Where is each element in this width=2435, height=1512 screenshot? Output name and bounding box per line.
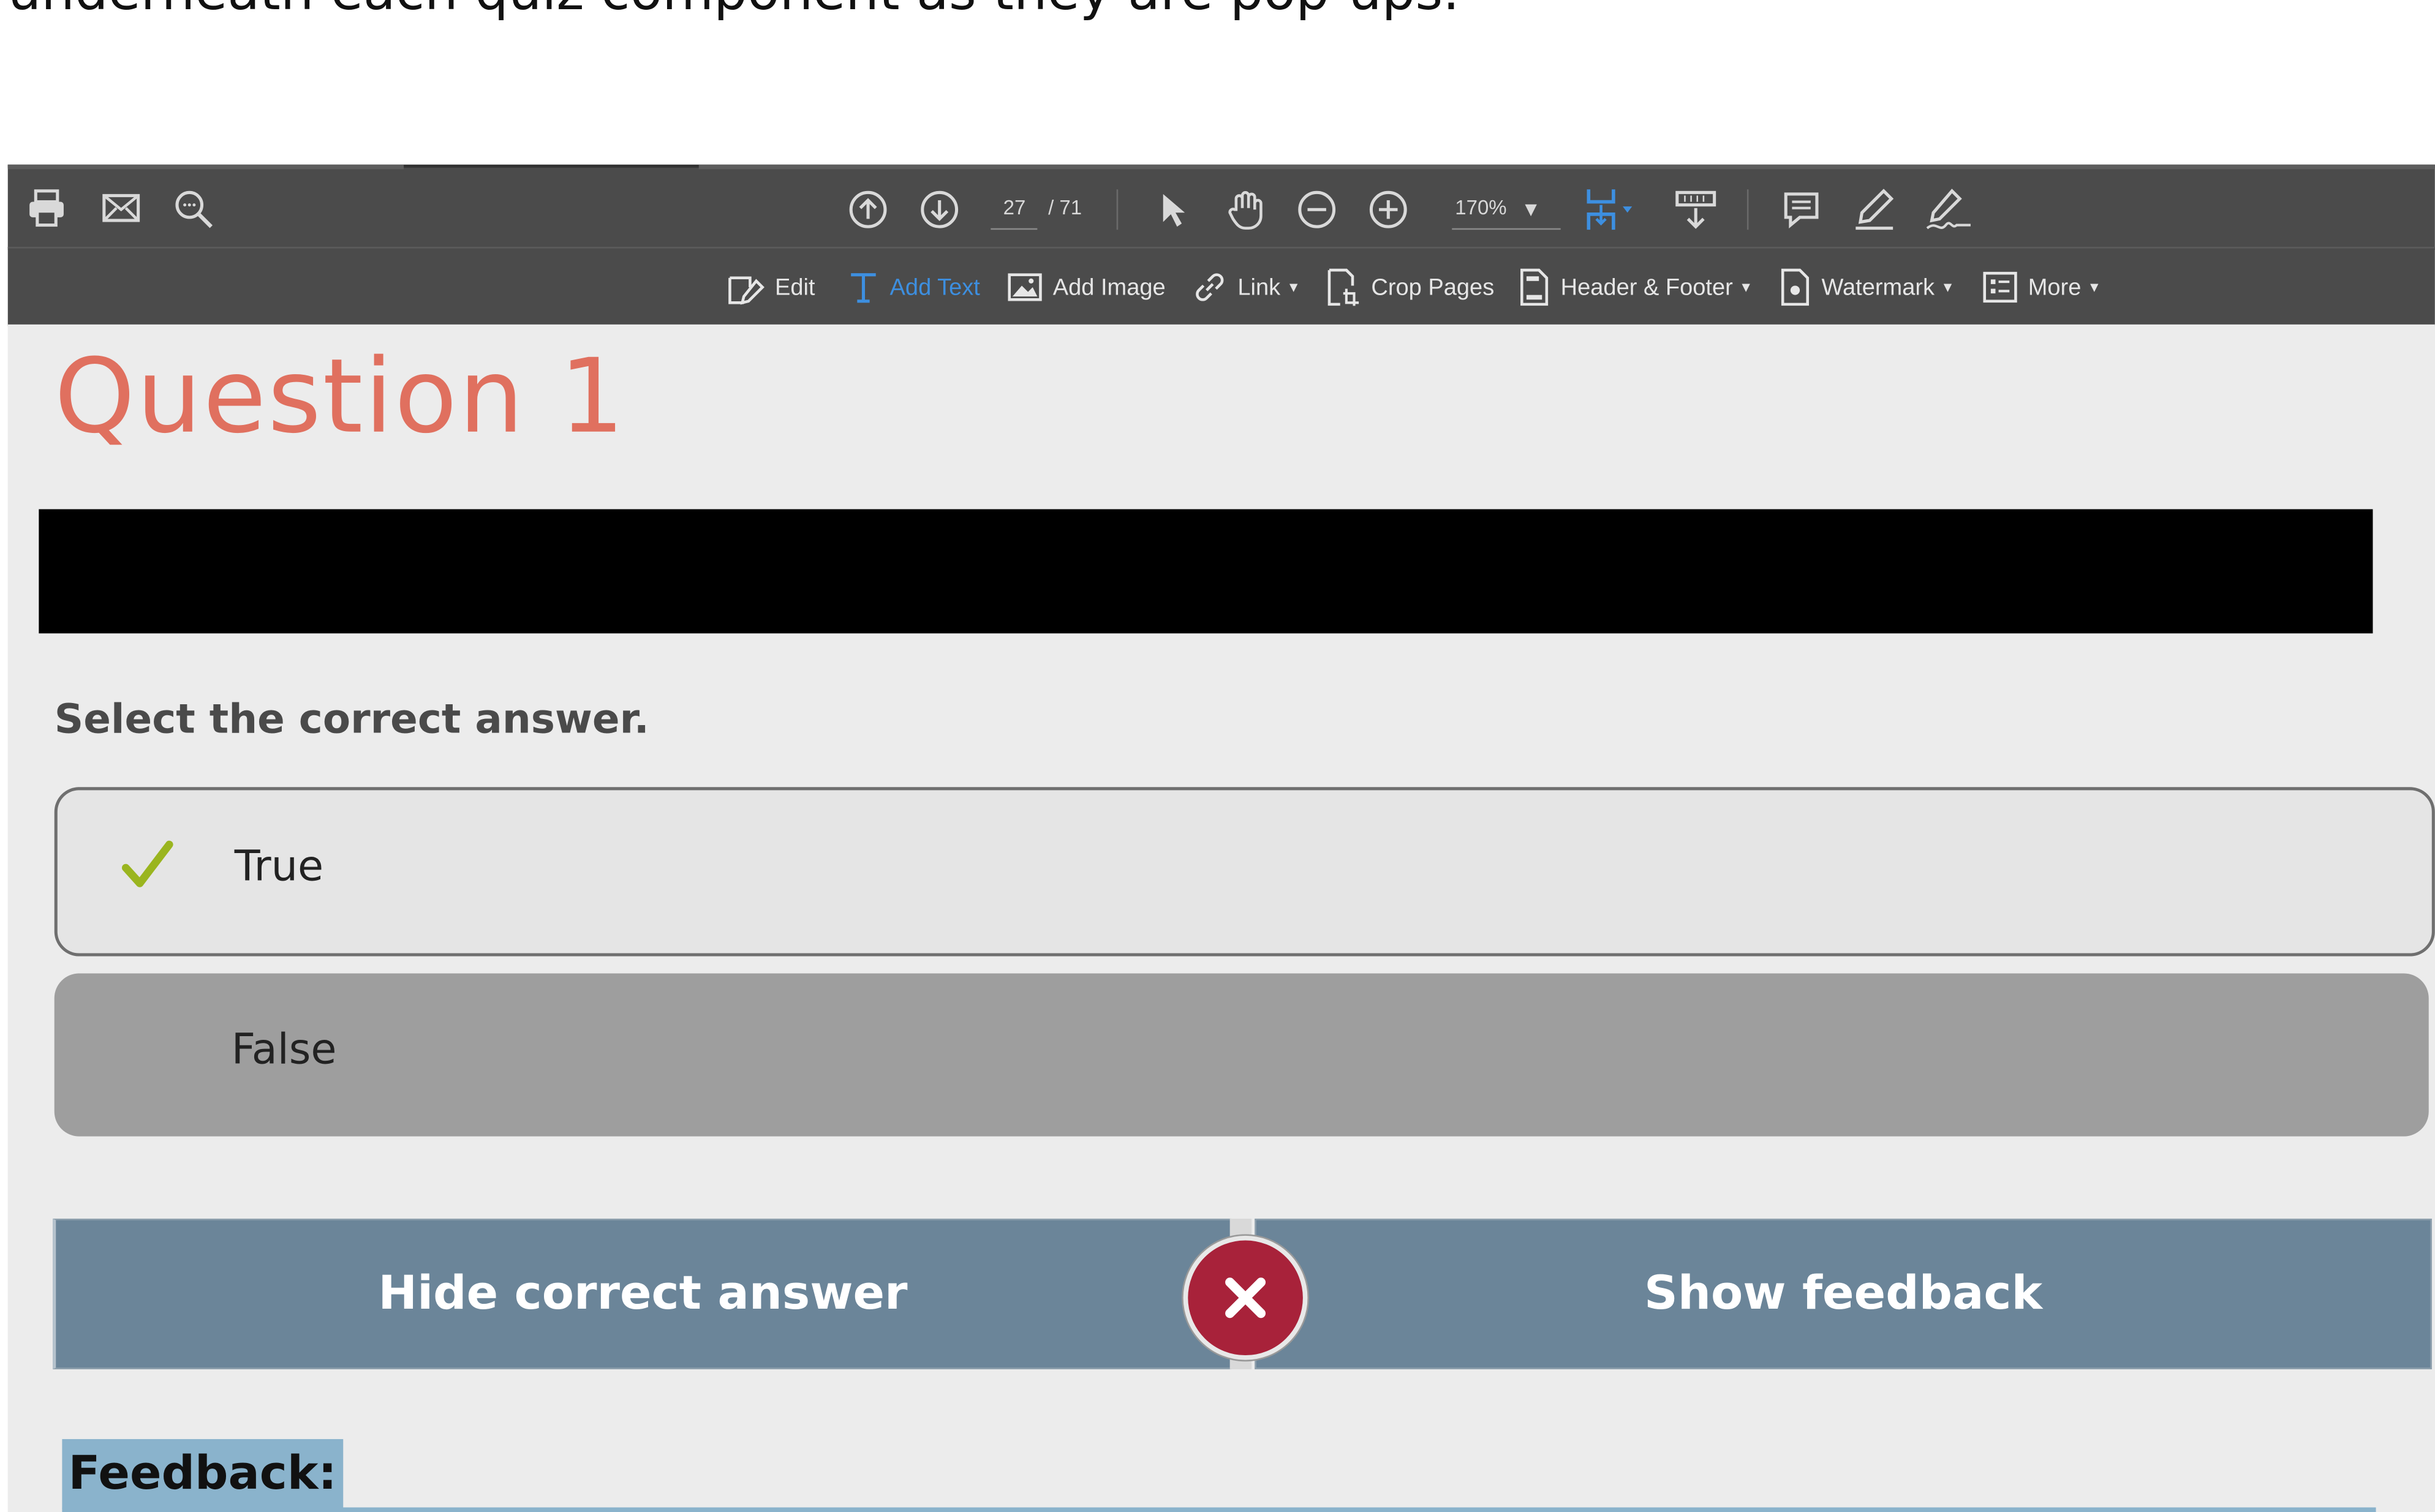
watermark-button[interactable]: Watermark ▼ [1778,267,1955,307]
page-up-icon[interactable] [848,189,888,230]
crop-pages-label: Crop Pages [1371,274,1495,301]
add-text-button[interactable]: Add Text [847,267,980,307]
watermark-icon [1781,268,1810,306]
sign-icon[interactable] [1924,186,1974,233]
link-icon [1196,273,1224,301]
text-tool-icon [851,273,876,303]
answer-option-false[interactable]: False [54,973,2429,1137]
search-zoom-icon[interactable] [172,188,216,231]
zoom-level-select[interactable]: 170% [1452,195,1561,230]
highlight-icon[interactable] [1852,186,1896,233]
edit-icon [728,276,764,305]
chevron-down-icon[interactable]: ▼ [1525,202,1537,219]
tab-indicator [698,164,2435,170]
redacted-block [39,509,2373,634]
chevron-down-icon: ▼ [1738,279,1753,295]
edit-button[interactable]: Edit [725,267,815,307]
tab-indicator [7,164,404,170]
chevron-down-icon: ▼ [2087,279,2102,295]
crop-icon [1327,268,1359,306]
scroll-mode-icon[interactable] [1674,189,1718,230]
link-label: Link [1237,274,1281,301]
more-button[interactable]: More ▼ [1982,267,2101,307]
fit-page-icon[interactable] [1582,186,1635,233]
answer-label: True [234,843,324,892]
more-label: More [2028,274,2082,301]
check-icon [119,837,175,903]
pdf-viewer: 27 / 71 170% ▼ Edit Add Text Add Image L… [7,164,2435,1512]
toolbar-divider [1116,189,1119,230]
header-footer-label: Header & Footer [1560,274,1733,301]
answer-label: False [231,1026,337,1075]
zoom-in-icon[interactable] [1368,189,1408,230]
feedback-heading: Feedback: [62,1439,343,1510]
document-page: Question 1 Select the correct answer. Tr… [7,324,2435,1512]
quiz-actions: Hide correct answer Show feedback [53,1218,2432,1369]
close-icon[interactable] [1183,1235,1308,1360]
chevron-down-icon: ▼ [1941,279,1955,295]
hide-correct-answer-button[interactable]: Hide correct answer [53,1218,1232,1369]
zoom-out-icon[interactable] [1297,189,1337,230]
page-down-icon[interactable] [919,189,960,230]
image-icon [1008,273,1042,301]
main-toolbar: 27 / 71 170% ▼ [7,164,2435,250]
crop-pages-button[interactable]: Crop Pages [1324,267,1494,307]
add-image-button[interactable]: Add Image [1006,267,1166,307]
show-feedback-button[interactable]: Show feedback [1255,1218,2432,1369]
chevron-down-icon: ▼ [1286,279,1301,295]
add-image-label: Add Image [1052,274,1166,301]
link-button[interactable]: Link ▼ [1191,267,1301,307]
hand-icon[interactable] [1224,188,1267,231]
document-caption: underneath each quiz component as they a… [8,0,1460,23]
page-total: / 71 [1048,195,1082,219]
page-number-input[interactable]: 27 [991,195,1038,230]
question-title: Question 1 [54,337,627,457]
answer-option-true[interactable]: True [54,787,2435,957]
edit-label: Edit [774,274,815,301]
more-icon [1983,271,2017,303]
email-icon[interactable] [101,191,142,225]
watermark-label: Watermark [1821,274,1935,301]
select-arrow-icon[interactable] [1157,191,1188,228]
add-text-label: Add Text [889,274,980,301]
comment-icon[interactable] [1781,189,1822,230]
screenshot-stage: underneath each quiz component as they a… [0,0,2435,1512]
header-footer-button[interactable]: Header & Footer ▼ [1517,267,1753,307]
header-footer-icon [1520,268,1549,306]
edit-toolbar: Edit Add Text Add Image Link ▼ Crop Pages… [7,247,2435,326]
toolbar-divider [1746,189,1749,230]
question-instruction: Select the correct answer. [54,697,649,744]
printer-icon[interactable] [26,188,67,228]
